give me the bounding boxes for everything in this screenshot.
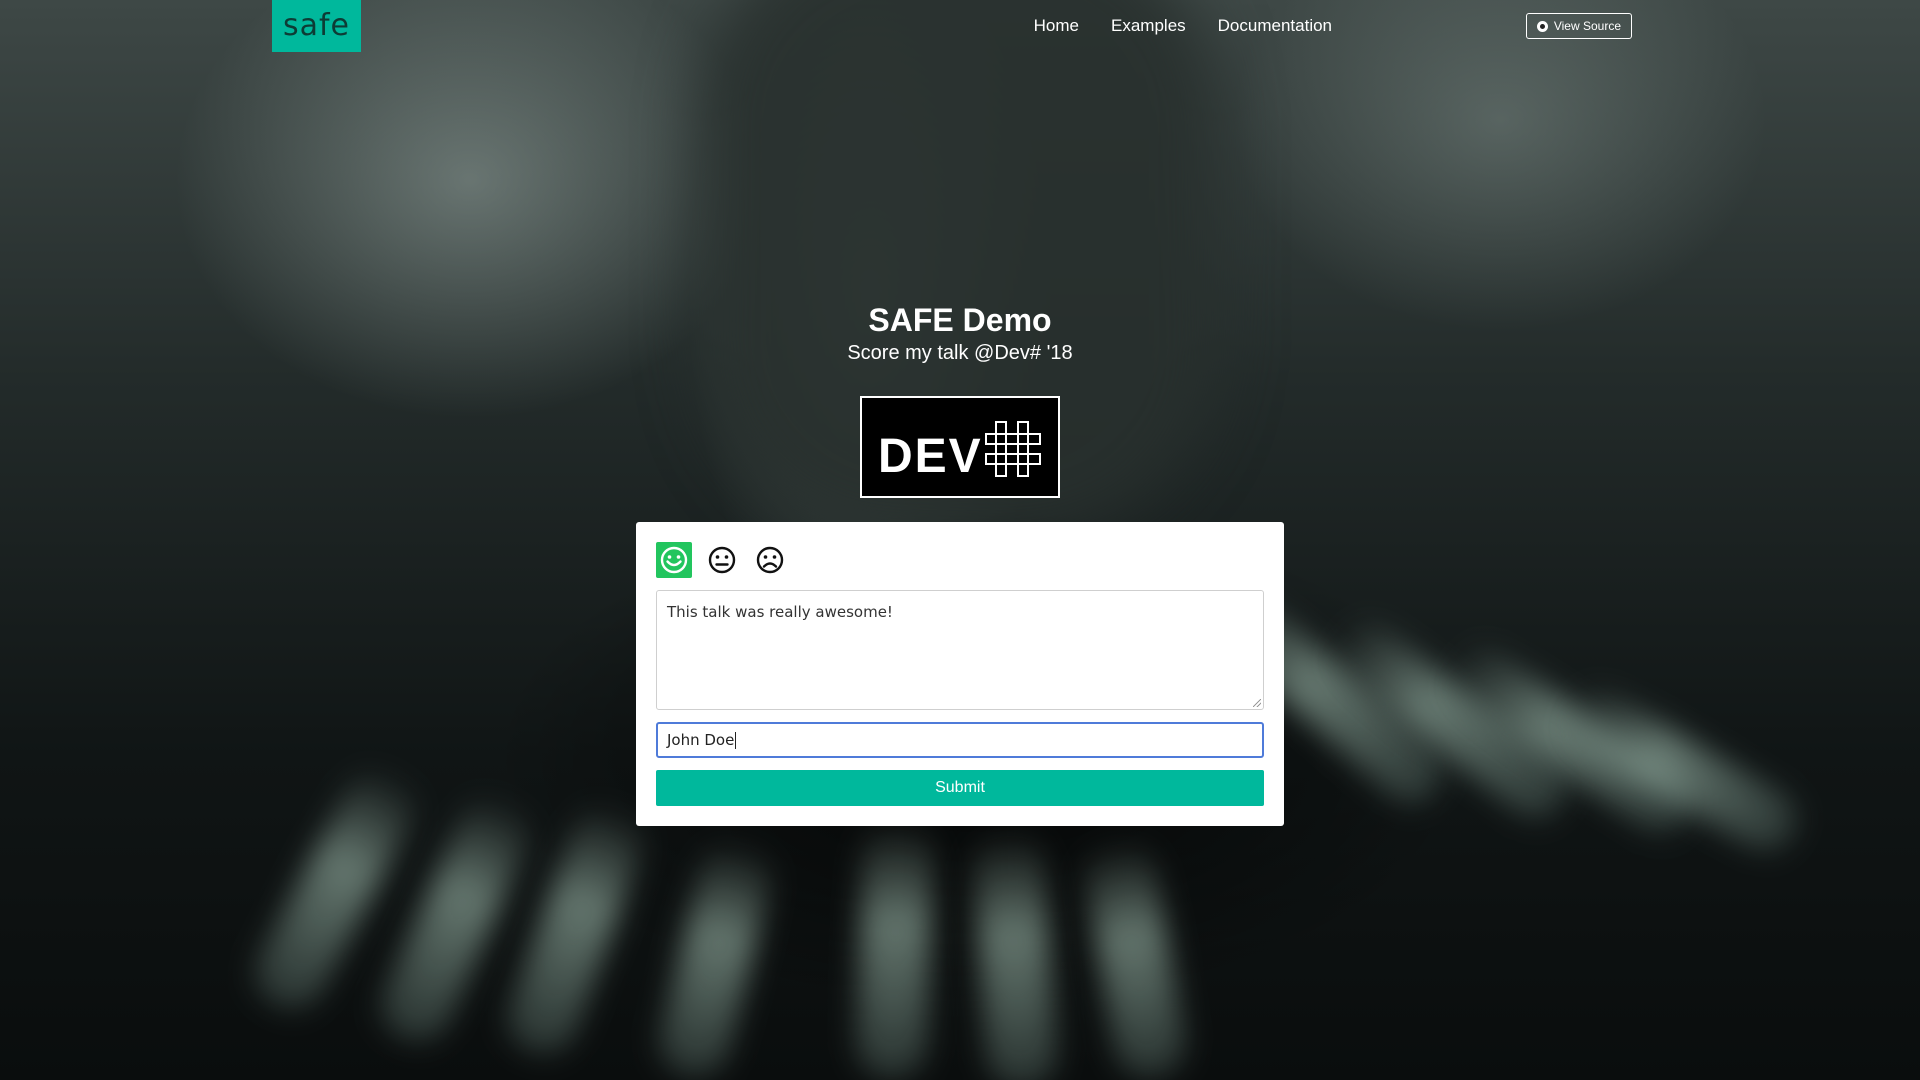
submit-label: Submit bbox=[935, 779, 985, 796]
rating-neutral-button[interactable] bbox=[704, 542, 740, 578]
nav-link-documentation[interactable]: Documentation bbox=[1218, 16, 1332, 36]
rating-sad-button[interactable] bbox=[752, 542, 788, 578]
navbar: safe Home Examples Documentation View So… bbox=[0, 0, 1920, 52]
rating-selector bbox=[656, 542, 788, 578]
neutral-face-icon bbox=[708, 546, 736, 574]
nav-link-home[interactable]: Home bbox=[1034, 16, 1079, 36]
rating-happy-button[interactable] bbox=[656, 542, 692, 578]
github-icon bbox=[1536, 20, 1548, 32]
nav-link-examples[interactable]: Examples bbox=[1111, 16, 1186, 36]
dev-logo-text: DEV bbox=[878, 430, 983, 483]
sad-face-icon bbox=[756, 546, 784, 574]
name-input[interactable]: John Doe bbox=[656, 722, 1264, 758]
submit-button[interactable]: Submit bbox=[656, 770, 1264, 806]
nav-links: Home Examples Documentation bbox=[1034, 0, 1332, 52]
feedback-card: This talk was really awesome! John Doe S… bbox=[636, 522, 1284, 826]
hero: SAFE Demo Score my talk @Dev# '18 bbox=[0, 300, 1920, 366]
safe-logo[interactable]: safe bbox=[272, 0, 361, 52]
text-cursor bbox=[735, 732, 737, 749]
name-input-value: John Doe bbox=[667, 731, 735, 749]
hash-icon bbox=[985, 421, 1041, 477]
dev-sharp-logo: DEV bbox=[860, 396, 1060, 498]
page-subtitle: Score my talk @Dev# '18 bbox=[847, 342, 1073, 364]
view-source-button[interactable]: View Source bbox=[1525, 13, 1632, 39]
view-source-label: View Source bbox=[1553, 19, 1621, 33]
page-title: SAFE Demo bbox=[868, 302, 1052, 338]
comment-textarea[interactable]: This talk was really awesome! bbox=[656, 590, 1264, 710]
resize-handle-icon[interactable] bbox=[1253, 699, 1261, 707]
happy-face-icon bbox=[660, 546, 688, 574]
comment-text: This talk was really awesome! bbox=[667, 603, 893, 621]
